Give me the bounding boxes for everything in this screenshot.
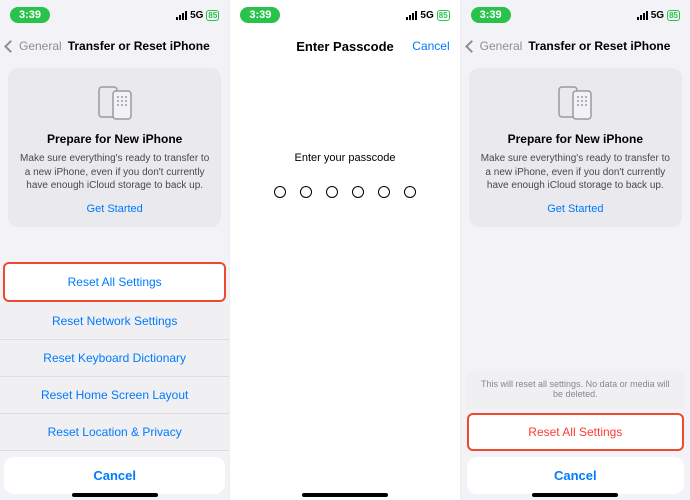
status-bar: 3:39 5G 85: [0, 0, 229, 30]
page-title: Transfer or Reset iPhone: [528, 39, 670, 53]
nav-bar: General Transfer or Reset iPhone: [0, 30, 229, 62]
time-pill: 3:39: [10, 7, 50, 23]
card-heading: Prepare for New iPhone: [18, 132, 211, 146]
back-button[interactable]: General: [6, 39, 62, 53]
status-indicators: 5G 85: [176, 10, 219, 21]
home-indicator[interactable]: [72, 493, 158, 497]
battery-icon: 85: [206, 10, 219, 21]
get-started-link[interactable]: Get Started: [479, 203, 672, 215]
card-body: Make sure everything's ready to transfer…: [479, 152, 672, 193]
prepare-card: Prepare for New iPhone Make sure everyth…: [8, 68, 221, 227]
option-reset-all-settings[interactable]: Reset All Settings: [3, 262, 226, 302]
nav-bar: General Transfer or Reset iPhone: [461, 30, 690, 62]
screen-confirm-reset: 3:39 5G 85 General Transfer or Reset iPh…: [461, 0, 690, 500]
chevron-left-icon: [465, 40, 478, 53]
network-label: 5G: [651, 10, 664, 21]
card-heading: Prepare for New iPhone: [479, 132, 672, 146]
passcode-prompt: Enter your passcode: [230, 152, 459, 164]
nav-bar: Enter Passcode Cancel: [230, 30, 459, 62]
chevron-left-icon: [4, 40, 17, 53]
battery-icon: 85: [437, 10, 450, 21]
prepare-card: Prepare for New iPhone Make sure everyth…: [469, 68, 682, 227]
card-body: Make sure everything's ready to transfer…: [18, 152, 211, 193]
status-indicators: 5G 85: [637, 10, 680, 21]
battery-icon: 85: [667, 10, 680, 21]
get-started-link[interactable]: Get Started: [18, 203, 211, 215]
page-title: Transfer or Reset iPhone: [68, 39, 210, 53]
home-indicator[interactable]: [532, 493, 618, 497]
devices-icon: [479, 80, 672, 126]
page-title: Enter Passcode: [296, 39, 394, 54]
cancel-button[interactable]: Cancel: [412, 39, 449, 53]
option-reset-network[interactable]: Reset Network Settings: [0, 303, 229, 340]
passcode-dots[interactable]: [230, 186, 459, 198]
signal-icon: [637, 11, 648, 20]
screen-passcode: 3:39 5G 85 Enter Passcode Cancel Enter y…: [230, 0, 460, 500]
time-pill: 3:39: [240, 7, 280, 23]
time-pill: 3:39: [471, 7, 511, 23]
option-reset-home-screen[interactable]: Reset Home Screen Layout: [0, 377, 229, 414]
screen-reset-options: 3:39 5G 85 General Transfer or Reset iPh…: [0, 0, 230, 500]
option-reset-keyboard[interactable]: Reset Keyboard Dictionary: [0, 340, 229, 377]
signal-icon: [176, 11, 187, 20]
action-sheet: Reset All Settings Reset Network Setting…: [0, 261, 229, 500]
network-label: 5G: [420, 10, 433, 21]
home-indicator[interactable]: [302, 493, 388, 497]
status-indicators: 5G 85: [406, 10, 449, 21]
network-label: 5G: [190, 10, 203, 21]
reset-all-settings-button[interactable]: Reset All Settings: [467, 413, 684, 451]
status-bar: 3:39 5G 85: [461, 0, 690, 30]
back-label: General: [480, 39, 523, 53]
confirm-message: This will reset all settings. No data or…: [467, 369, 684, 409]
confirm-sheet: This will reset all settings. No data or…: [461, 369, 690, 500]
cancel-button[interactable]: Cancel: [467, 457, 684, 494]
signal-icon: [406, 11, 417, 20]
cancel-button[interactable]: Cancel: [4, 457, 225, 494]
back-label: General: [19, 39, 62, 53]
option-reset-location-privacy[interactable]: Reset Location & Privacy: [0, 414, 229, 451]
devices-icon: [18, 80, 211, 126]
status-bar: 3:39 5G 85: [230, 0, 459, 30]
back-button[interactable]: General: [467, 39, 523, 53]
